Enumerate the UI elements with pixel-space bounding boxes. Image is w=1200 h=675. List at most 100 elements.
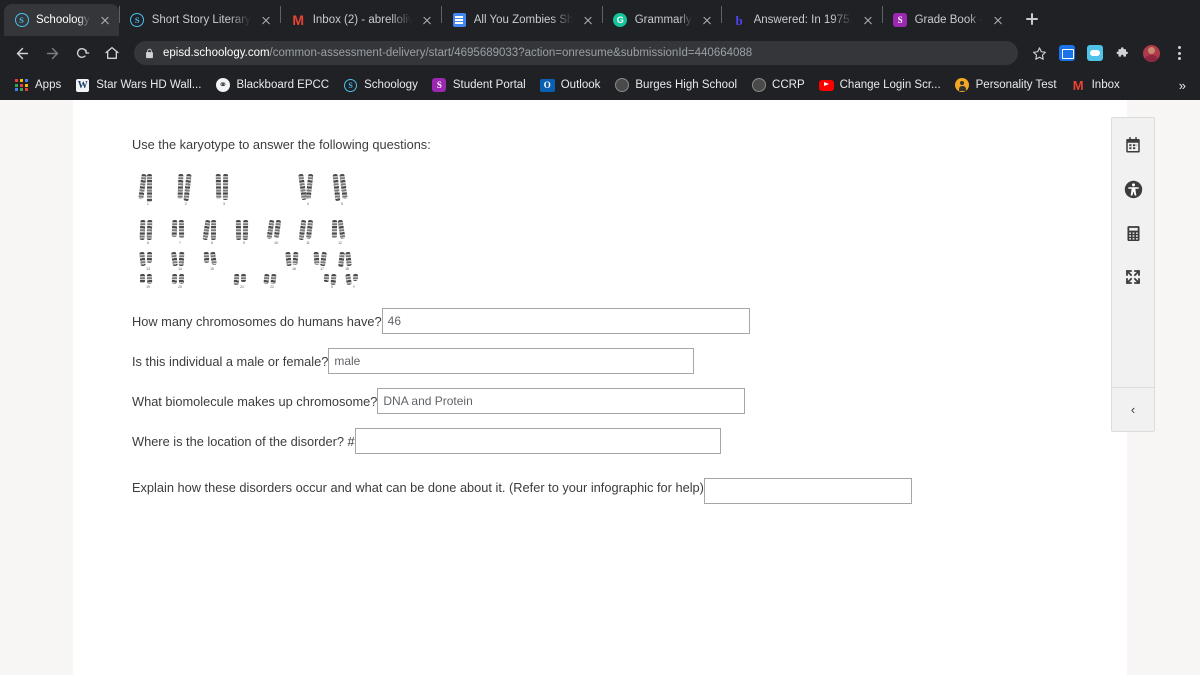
- chrome-menu-icon[interactable]: [1166, 40, 1192, 66]
- bookmark-item[interactable]: W Star Wars HD Wall...: [69, 75, 207, 96]
- bookmark-label: Blackboard EPCC: [236, 79, 329, 91]
- extension-blue-icon[interactable]: [1054, 40, 1080, 66]
- tab-strip: S Schoology S Short Story Literary E M Inbox …: [0, 0, 1200, 36]
- answer-input[interactable]: [704, 478, 912, 504]
- browser-chrome: S Schoology S Short Story Literary E M Inbox …: [0, 0, 1200, 100]
- extension-cloud-icon[interactable]: [1082, 40, 1108, 66]
- chromosome-label: 21: [232, 285, 252, 289]
- new-tab-button[interactable]: [1018, 5, 1046, 33]
- tab-title: Schoology: [36, 14, 90, 26]
- tab-close-icon[interactable]: [419, 12, 435, 28]
- browser-tab[interactable]: All You Zombies Sho: [442, 4, 602, 36]
- personality-icon: [955, 78, 970, 93]
- chromosome-pair: 14: [170, 252, 190, 272]
- chromosome-pair: 22: [262, 274, 282, 290]
- answer-input[interactable]: [382, 308, 750, 334]
- browser-tab[interactable]: M Inbox (2) - abrellolivi: [281, 4, 441, 36]
- bookmark-label: CCRP: [772, 79, 805, 91]
- browser-toolbar: episd.schoology.com/common-assessment-de…: [0, 36, 1200, 70]
- tab-title: Short Story Literary E: [152, 14, 251, 26]
- bookmark-label: Apps: [35, 79, 61, 91]
- browser-tab[interactable]: b Answered: In 1975, i: [722, 4, 882, 36]
- google-docs-icon: [452, 13, 467, 28]
- address-bar[interactable]: episd.schoology.com/common-assessment-de…: [134, 41, 1018, 65]
- bookmark-item[interactable]: O Outlook: [534, 75, 607, 96]
- bookmark-item[interactable]: Change Login Scr...: [813, 75, 947, 96]
- tab-close-icon[interactable]: [258, 12, 274, 28]
- browser-tab[interactable]: S Schoology: [4, 4, 119, 36]
- chromosome-pair: 11: [298, 220, 318, 246]
- question-block: Is this individual a male or female?: [132, 348, 912, 374]
- apps-grid-icon: [14, 78, 29, 93]
- question-block: Where is the location of the disorder? #: [132, 428, 912, 454]
- bookmark-item[interactable]: Personality Test: [949, 75, 1063, 96]
- profile-avatar[interactable]: [1138, 40, 1164, 66]
- home-icon[interactable]: [98, 39, 126, 67]
- browser-window: S Schoology S Short Story Literary E M Inbox …: [0, 0, 1200, 675]
- chromosome-pair: 15: [202, 252, 222, 272]
- bookmark-item[interactable]: S Student Portal: [426, 75, 532, 96]
- bookmarks-overflow-button[interactable]: »: [1173, 75, 1192, 96]
- calendar-icon[interactable]: [1120, 132, 1146, 158]
- moon-icon: [614, 78, 629, 93]
- chromosome-label: X: [322, 285, 342, 289]
- answer-input[interactable]: [355, 428, 721, 454]
- chromosome-pair: 17: [312, 252, 332, 272]
- chromosome-label: Y: [344, 285, 364, 289]
- brainly-icon: b: [732, 13, 747, 28]
- schoology-icon: S: [14, 13, 29, 28]
- browser-tab[interactable]: G Grammarly: [603, 4, 721, 36]
- assessment-content: Use the karyotype to answer the followin…: [132, 137, 912, 504]
- chromosome-label: 3: [214, 202, 234, 206]
- bookmark-label: Outlook: [561, 79, 601, 91]
- browser-tab[interactable]: S Grade Book -: [883, 4, 1012, 36]
- chromosome-pair: 3: [214, 174, 234, 207]
- chromosome-pair: 9: [234, 220, 254, 246]
- instructions-text: Use the karyotype to answer the followin…: [132, 137, 912, 152]
- tab-close-icon[interactable]: [860, 12, 876, 28]
- tab-title: Grammarly: [635, 14, 692, 26]
- bookmark-label: Change Login Scr...: [840, 79, 941, 91]
- reload-icon[interactable]: [68, 39, 96, 67]
- tab-close-icon[interactable]: [97, 12, 113, 28]
- extensions-puzzle-icon[interactable]: [1110, 40, 1136, 66]
- gmail-icon: M: [291, 13, 306, 28]
- fullscreen-icon[interactable]: [1120, 264, 1146, 290]
- bookmark-item[interactable]: Apps: [8, 75, 67, 96]
- bookmark-item[interactable]: ⚭ Blackboard EPCC: [209, 75, 335, 96]
- answer-input[interactable]: [328, 348, 694, 374]
- starwars-icon: W: [75, 78, 90, 93]
- chromosome-pair: 2: [176, 174, 196, 207]
- accessibility-icon[interactable]: [1120, 176, 1146, 202]
- calculator-icon[interactable]: [1120, 220, 1146, 246]
- tab-close-icon[interactable]: [990, 12, 1006, 28]
- tab-close-icon[interactable]: [580, 12, 596, 28]
- chromosome-pair: 6: [138, 220, 158, 246]
- moon-icon: [751, 78, 766, 93]
- chromosome-label: 22: [262, 285, 282, 289]
- collapse-panel-button[interactable]: ‹: [1112, 387, 1154, 431]
- back-arrow-icon[interactable]: [8, 39, 36, 67]
- tab-close-icon[interactable]: [699, 12, 715, 28]
- chromosome-label: 11: [298, 241, 318, 245]
- assessment-tool-panel: ‹: [1111, 117, 1155, 432]
- question-block: What biomolecule makes up chromosome?: [132, 388, 912, 414]
- browser-tab[interactable]: S Short Story Literary E: [120, 4, 280, 36]
- bookmark-item[interactable]: M Inbox: [1065, 75, 1126, 96]
- question-label: How many chromosomes do humans have?: [132, 314, 382, 329]
- question-block: How many chromosomes do humans have?: [132, 308, 912, 334]
- bookmark-item[interactable]: CCRP: [745, 75, 811, 96]
- bookmark-item[interactable]: Burges High School: [608, 75, 743, 96]
- forward-arrow-icon[interactable]: [38, 39, 66, 67]
- url-host: episd.schoology.com: [163, 47, 270, 59]
- grammarly-icon: G: [613, 13, 628, 28]
- answer-input[interactable]: [377, 388, 745, 414]
- student-portal-icon: S: [432, 78, 447, 93]
- bookmark-star-icon[interactable]: [1026, 40, 1052, 66]
- gradebook-icon: S: [893, 13, 908, 28]
- chromosome-label: 16: [284, 267, 304, 271]
- chromosome-pair: 20: [170, 274, 190, 290]
- schoology-icon: S: [343, 78, 358, 93]
- chromosome-label: 12: [330, 241, 350, 245]
- bookmark-item[interactable]: S Schoology: [337, 75, 424, 96]
